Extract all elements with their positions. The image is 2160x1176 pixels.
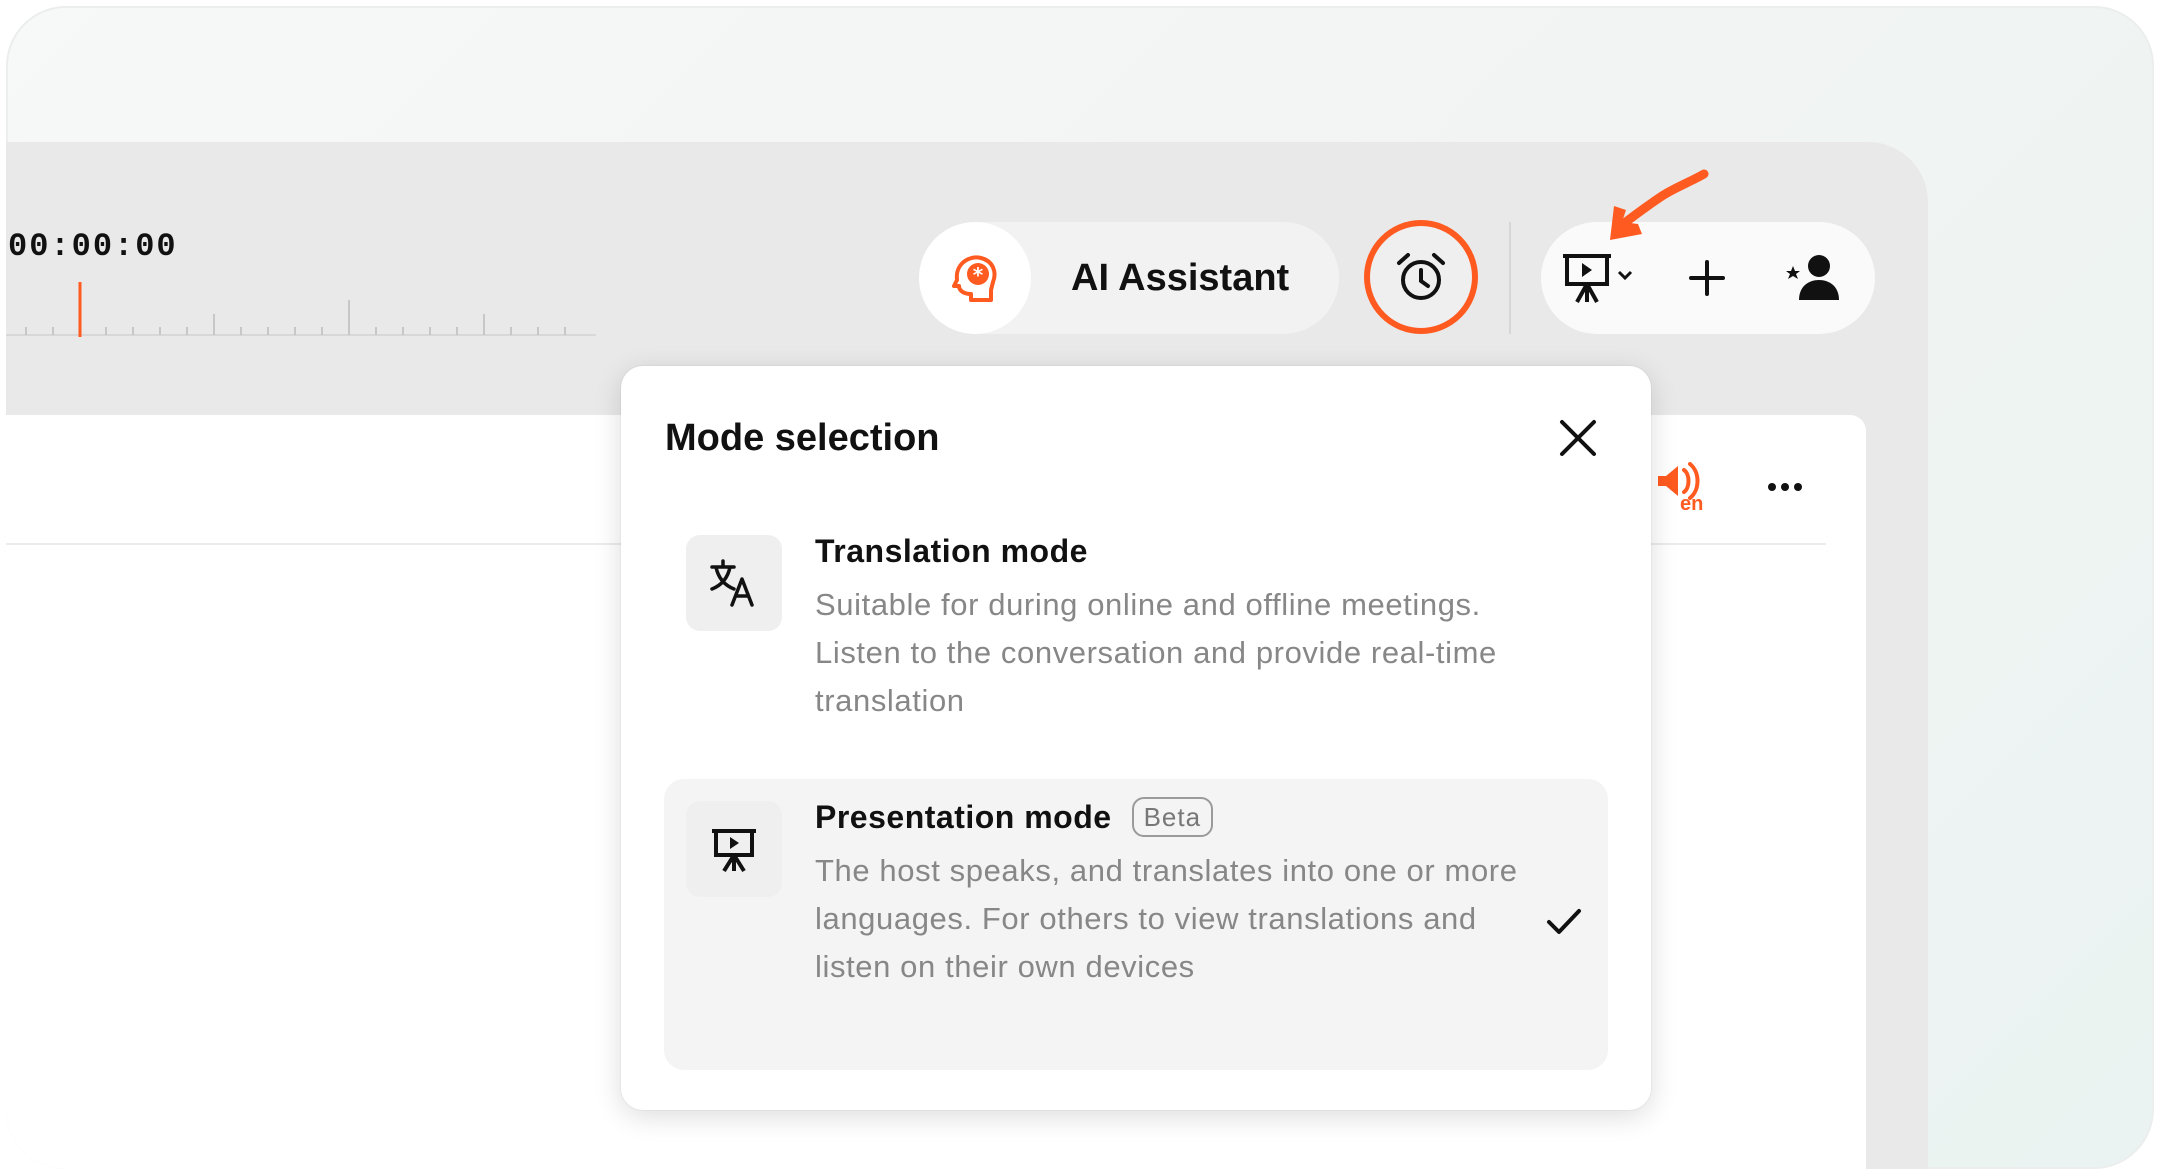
popover-title: Mode selection	[665, 417, 940, 459]
beta-badge: Beta	[1131, 796, 1214, 837]
translate-icon	[686, 535, 782, 631]
add-user-star-icon	[1786, 255, 1839, 300]
mode-description: Suitable for during online and offline m…	[815, 587, 1497, 718]
checkmark-icon	[1547, 909, 1581, 934]
translation-mode-option[interactable]: Translation mode Suitable for during onl…	[664, 513, 1608, 728]
invite-participant-button[interactable]	[1785, 252, 1843, 302]
mode-selection-button[interactable]	[1563, 250, 1639, 306]
mode-description: The host speaks, and translates into one…	[815, 853, 1518, 984]
mode-name-text: Presentation mode	[815, 799, 1112, 835]
audio-timeline-ruler	[6, 282, 596, 337]
alarm-clock-icon	[1397, 253, 1445, 300]
speaker-language-code: en	[1680, 493, 1703, 512]
add-button[interactable]	[1685, 256, 1729, 300]
ai-brain-icon: *	[919, 222, 1031, 334]
plus-icon	[1689, 260, 1725, 296]
mode-name: Presentation mode Beta	[815, 796, 1214, 840]
more-dot	[1781, 483, 1789, 491]
presentation-icon	[686, 801, 782, 897]
more-options-button[interactable]	[1768, 475, 1808, 499]
ai-assistant-button[interactable]: * AI Assistant	[919, 222, 1339, 334]
screenshot-frame: 00:00:00 * AI Assistant en Mode selectio…	[6, 6, 2154, 1169]
presentation-icon	[1563, 254, 1633, 303]
speaker-language-icon[interactable]: en	[1656, 462, 1708, 512]
svg-text:*: *	[973, 263, 984, 287]
more-dot	[1794, 483, 1802, 491]
recording-timecode: 00:00:00	[8, 228, 178, 265]
ai-assistant-label: AI Assistant	[1071, 256, 1290, 299]
mode-selection-popover: Mode selection Translation mode Suitable…	[621, 366, 1651, 1110]
hint-arrow-icon	[1610, 169, 1709, 240]
timer-button[interactable]	[1364, 220, 1478, 334]
more-dot	[1768, 483, 1776, 491]
presentation-mode-option[interactable]: Presentation mode Beta The host speaks, a…	[664, 779, 1608, 1070]
close-icon[interactable]	[1556, 416, 1600, 460]
toolbar-divider	[1509, 222, 1511, 334]
mode-name: Translation mode	[815, 533, 1088, 569]
